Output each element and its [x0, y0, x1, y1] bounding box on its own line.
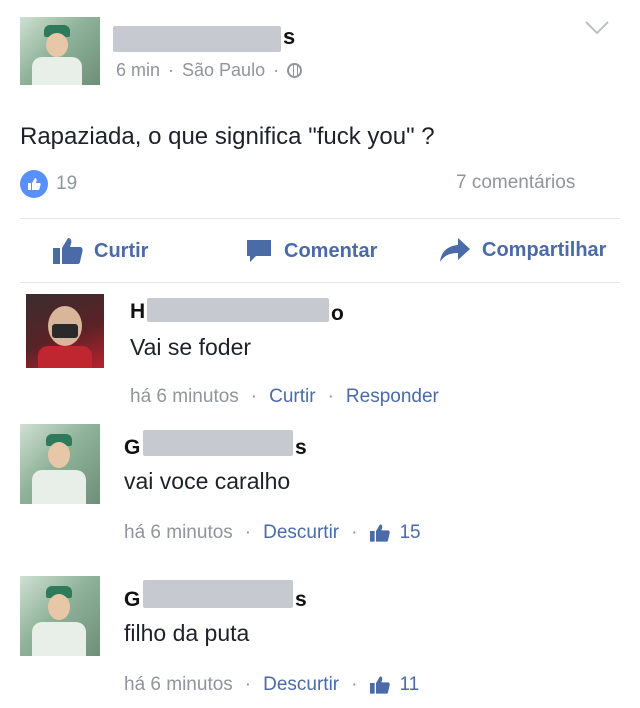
commenter-avatar[interactable]	[26, 294, 104, 368]
commenter-name-start[interactable]: G	[124, 588, 140, 612]
reactions-summary[interactable]: 19	[20, 170, 77, 198]
chevron-down-icon[interactable]	[584, 20, 610, 36]
separator-dot: ·	[327, 386, 334, 407]
redacted-author-name	[113, 26, 281, 52]
redacted-commenter-name	[147, 298, 329, 322]
like-label: Curtir	[94, 239, 149, 262]
thumbs-up-icon	[370, 524, 391, 542]
thumbs-up-icon	[370, 676, 391, 694]
post-time[interactable]: 6 min	[116, 60, 160, 81]
comment-like-count[interactable]: 11	[399, 674, 419, 696]
thumbs-up-icon	[53, 238, 83, 264]
commenter-name-start[interactable]: H	[130, 300, 145, 324]
author-name-end[interactable]: s	[283, 24, 295, 50]
comment-time[interactable]: há 6 minutos	[130, 386, 239, 408]
comment-unlike-link[interactable]: Descurtir	[263, 522, 339, 544]
commenter-avatar[interactable]	[20, 576, 100, 656]
separator-dot: ·	[250, 386, 258, 407]
comment-button[interactable]: Comentar	[244, 236, 377, 266]
separator-dot: ·	[351, 674, 358, 695]
comment-text: Vai se foder	[130, 334, 252, 360]
comment-reply-link[interactable]: Responder	[346, 386, 439, 408]
author-avatar[interactable]	[20, 17, 100, 85]
redacted-commenter-name	[143, 430, 293, 456]
redacted-commenter-name	[143, 580, 293, 608]
comment-time[interactable]: há 6 minutos	[124, 522, 233, 544]
commenter-avatar[interactable]	[20, 424, 100, 504]
comments-count-link[interactable]: 7 comentários	[456, 172, 575, 194]
comment-bubble-icon	[247, 240, 271, 262]
separator-dot: ·	[273, 60, 280, 80]
separator-dot: ·	[351, 522, 358, 543]
comment-meta: há 6 minutos · Descurtir · 11	[124, 674, 419, 696]
post-meta: 6 min · São Paulo ·	[116, 60, 303, 81]
commenter-name-start[interactable]: G	[124, 436, 140, 460]
separator-dot: ·	[244, 674, 252, 695]
separator-dot: ·	[168, 60, 175, 80]
share-button[interactable]: Compartilhar	[438, 236, 606, 264]
comment-label: Comentar	[284, 239, 378, 262]
separator-dot: ·	[244, 522, 252, 543]
globe-icon	[287, 63, 303, 78]
like-badge-icon	[20, 170, 48, 198]
comment-like-link[interactable]: Curtir	[269, 386, 315, 408]
share-arrow-icon	[440, 238, 470, 262]
post-location[interactable]: São Paulo	[182, 60, 265, 81]
post-text: Rapaziada, o que significa "fuck you" ?	[20, 123, 435, 150]
comment-meta: há 6 minutos · Descurtir · 15	[124, 522, 421, 544]
commenter-name-end[interactable]: s	[295, 436, 307, 460]
commenter-name-end[interactable]: o	[331, 302, 344, 326]
comment-text: filho da puta	[124, 620, 250, 646]
share-label: Compartilhar	[482, 238, 607, 261]
comment-text: vai voce caralho	[124, 468, 291, 494]
comment-time[interactable]: há 6 minutos	[124, 674, 233, 696]
like-button[interactable]: Curtir	[52, 236, 148, 266]
comment-like-count[interactable]: 15	[399, 522, 420, 544]
comment-unlike-link[interactable]: Descurtir	[263, 674, 339, 696]
commenter-name-end[interactable]: s	[295, 588, 307, 612]
divider	[20, 282, 620, 283]
divider	[20, 218, 620, 219]
comment-meta: há 6 minutos · Curtir · Responder	[130, 386, 439, 408]
reactions-count: 19	[56, 173, 78, 194]
